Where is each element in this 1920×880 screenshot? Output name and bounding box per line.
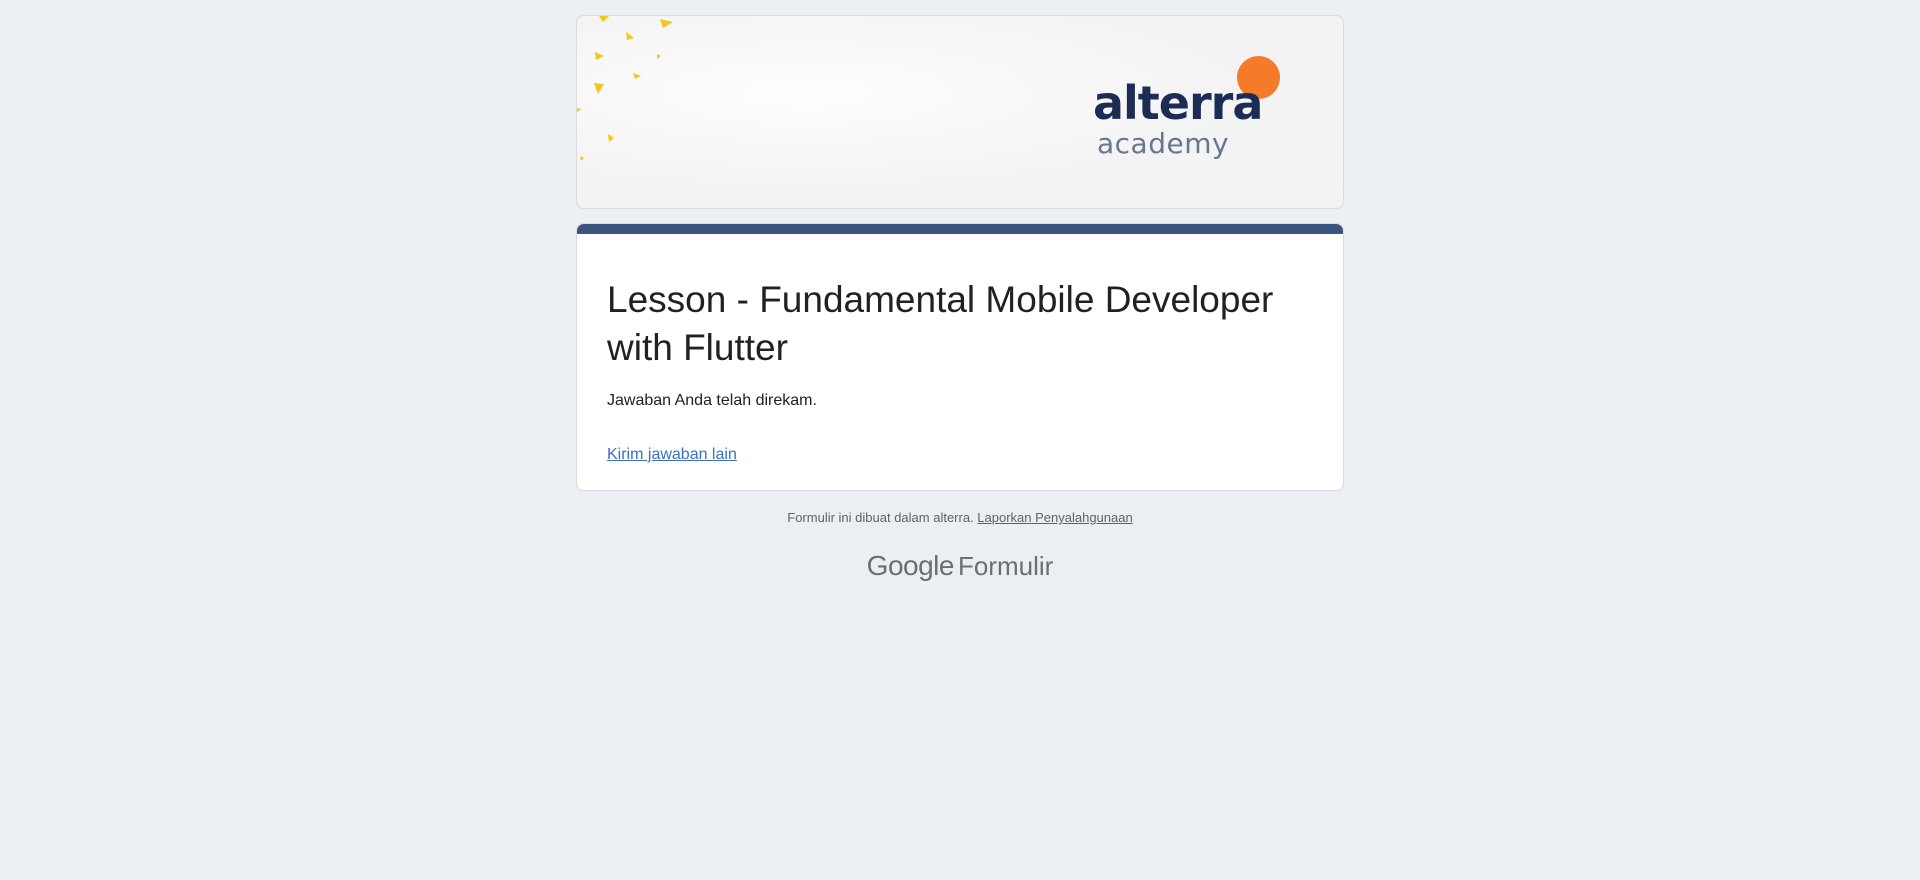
google-logo-text: Google [866, 550, 955, 581]
confetti-piece [657, 54, 661, 59]
card-accent-bar [577, 224, 1343, 234]
footer-note-text: Formulir ini dibuat dalam alterra. [787, 510, 974, 525]
header-banner: alterra academy [576, 15, 1344, 209]
confetti-piece [577, 108, 582, 112]
confirmation-message: Jawaban Anda telah direkam. [607, 392, 817, 409]
logo-wordmark: alterra [1093, 76, 1263, 130]
logo-subtitle: academy [1097, 127, 1230, 160]
form-title: Lesson - Fundamental Mobile Developer wi… [607, 279, 1274, 368]
confirmation-card: Lesson - Fundamental Mobile Developer wi… [576, 223, 1344, 491]
confetti-piece [599, 16, 609, 22]
confetti-piece [595, 52, 604, 60]
confetti-piece [626, 32, 634, 40]
confetti-piece [660, 19, 673, 28]
submit-another-response-link[interactable]: Kirim jawaban lain [607, 446, 737, 464]
google-forms-brand[interactable]: Google Formulir [0, 552, 1920, 580]
footer-note: Formulir ini dibuat dalam alterra. Lapor… [0, 510, 1920, 525]
alterra-academy-logo: alterra academy [1083, 40, 1283, 170]
forms-product-text: Formulir [957, 551, 1054, 581]
confetti-piece [580, 156, 584, 161]
confetti-piece [633, 73, 641, 79]
confetti-piece [594, 83, 604, 94]
report-abuse-link[interactable]: Laporkan Penyalahgunaan [977, 510, 1132, 525]
form-container: alterra academy Lesson - Fundamental Mob… [576, 15, 1344, 491]
confetti-piece [608, 134, 614, 142]
